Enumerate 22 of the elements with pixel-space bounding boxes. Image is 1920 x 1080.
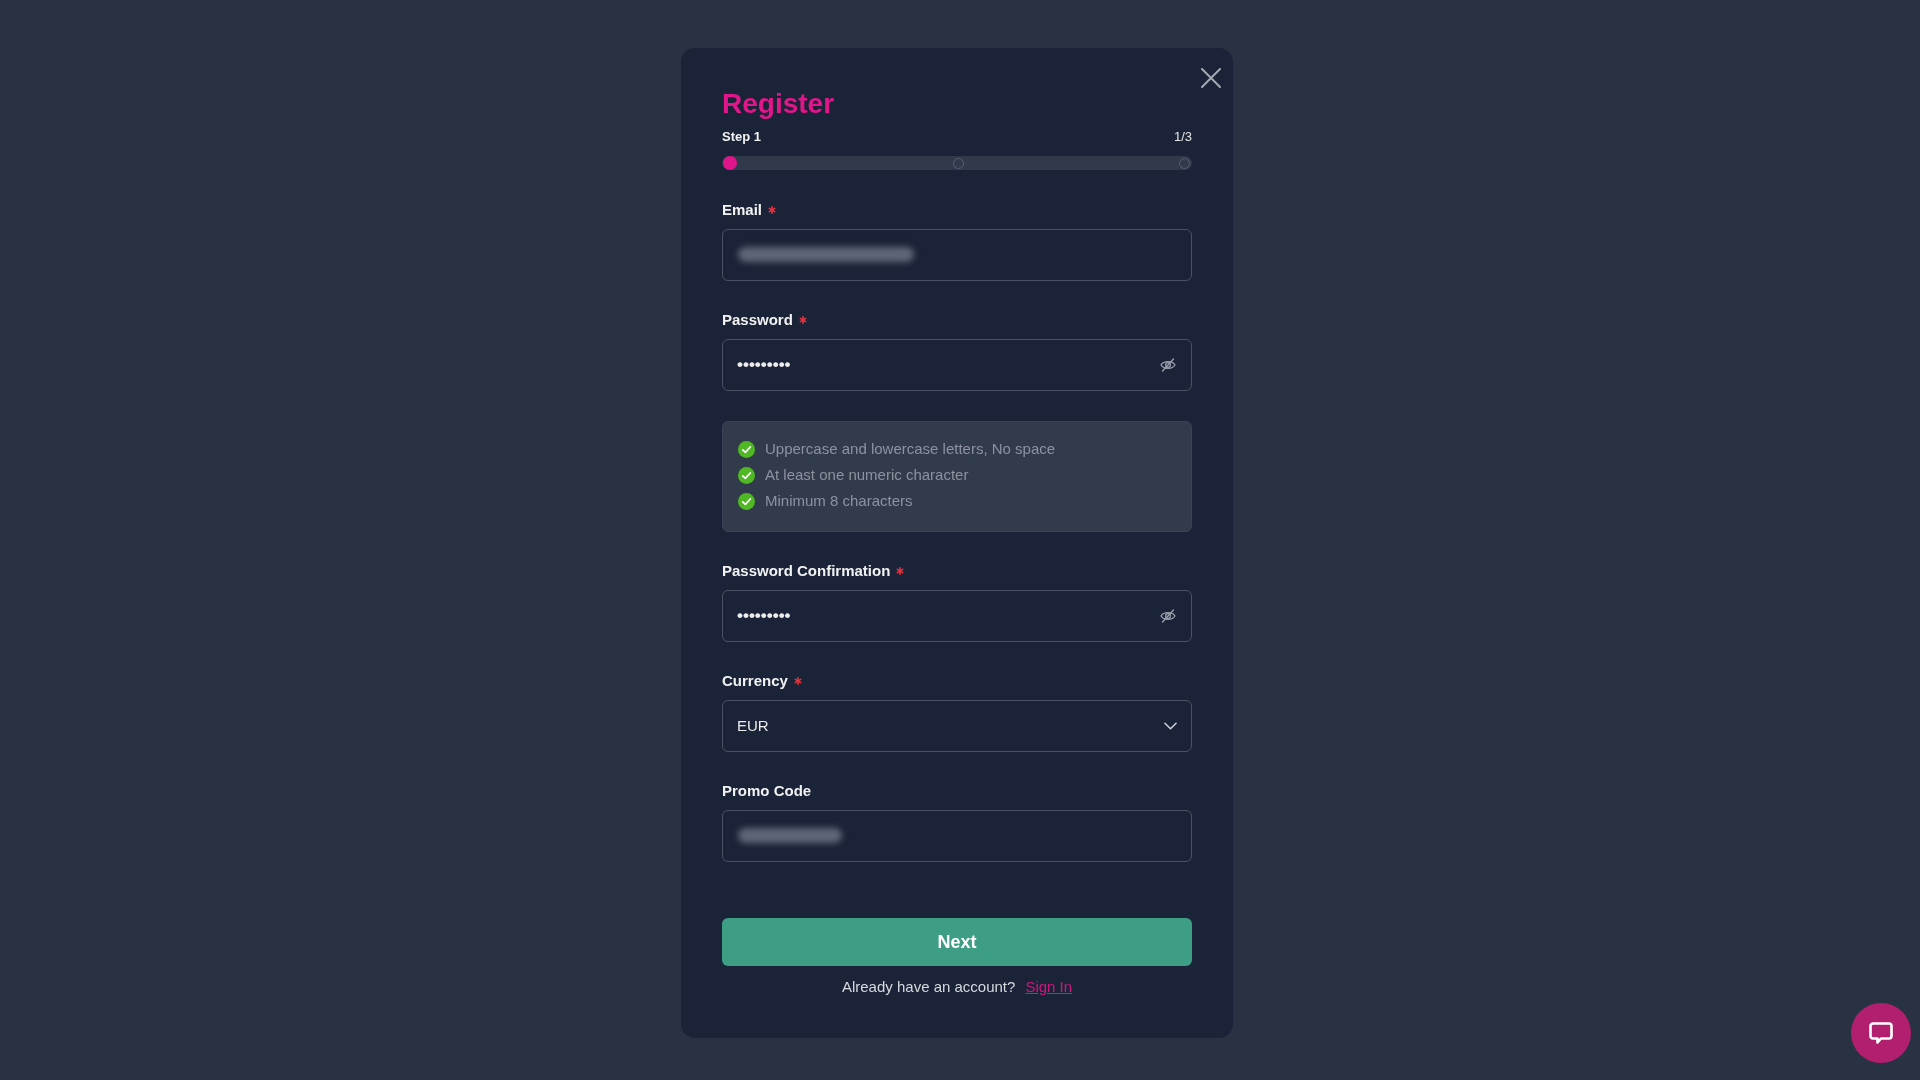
field-label: Currency [722, 671, 788, 691]
rule-text: At least one numeric character [765, 465, 969, 485]
password-field[interactable]: ••••••••• [722, 590, 1192, 642]
rule-text: Uppercase and lowercase letters, No space [765, 439, 1056, 459]
password-field[interactable]: ••••••••• [722, 339, 1192, 391]
chevron-down-icon [1164, 722, 1177, 730]
text-input-field[interactable] [722, 810, 1192, 862]
rule-text: Minimum 8 characters [765, 491, 913, 511]
dialog-title: Register [722, 88, 835, 120]
field-label: Promo Code [722, 781, 812, 801]
step-counter: 1/3 [1173, 129, 1192, 145]
field-label: Password Confirmation [722, 561, 891, 581]
footer-text: Already have an account? [841, 978, 1016, 996]
close-icon[interactable] [1201, 68, 1221, 88]
step-label: Step 1 [722, 129, 761, 145]
field-label: Email [722, 200, 763, 220]
chat-bubble-icon [1869, 1021, 1893, 1045]
currency-select[interactable]: EUR [722, 700, 1192, 752]
eye-off-icon[interactable] [1160, 357, 1176, 373]
field-label: Password [722, 310, 793, 330]
chat-button[interactable] [1851, 1003, 1911, 1063]
eye-off-icon[interactable] [1160, 608, 1176, 624]
